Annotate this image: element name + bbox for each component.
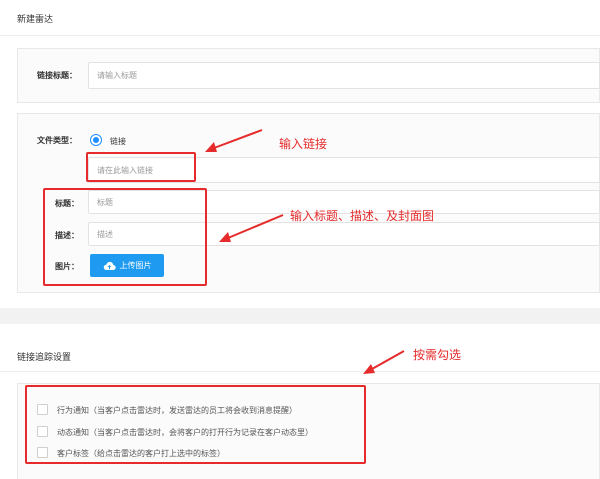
- arrow-to-link-input: [205, 129, 263, 152]
- annotation-details: 输入标题、描述、及封面图: [290, 209, 435, 223]
- annotation-tracking: 按需勾选: [413, 348, 462, 362]
- arrow-to-tracking: [363, 350, 405, 374]
- arrow-to-details: [219, 214, 284, 242]
- annotation-link: 输入链接: [279, 137, 328, 151]
- annotation-arrows: [205, 129, 405, 374]
